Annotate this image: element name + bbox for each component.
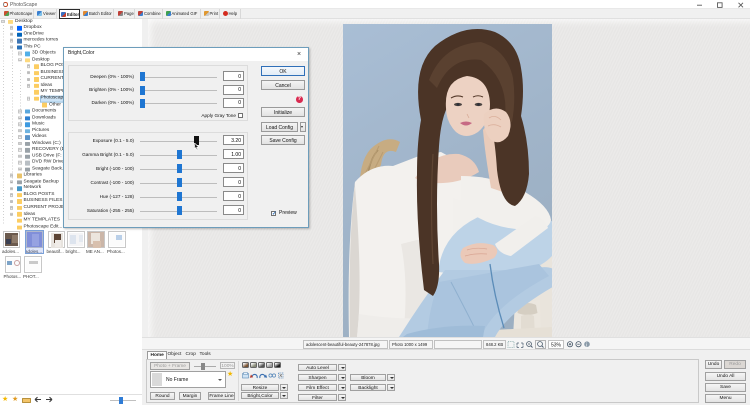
svg-text:53%: 53% <box>551 342 562 348</box>
svg-text:i: i <box>586 342 587 348</box>
svg-text:X: X <box>279 373 282 378</box>
